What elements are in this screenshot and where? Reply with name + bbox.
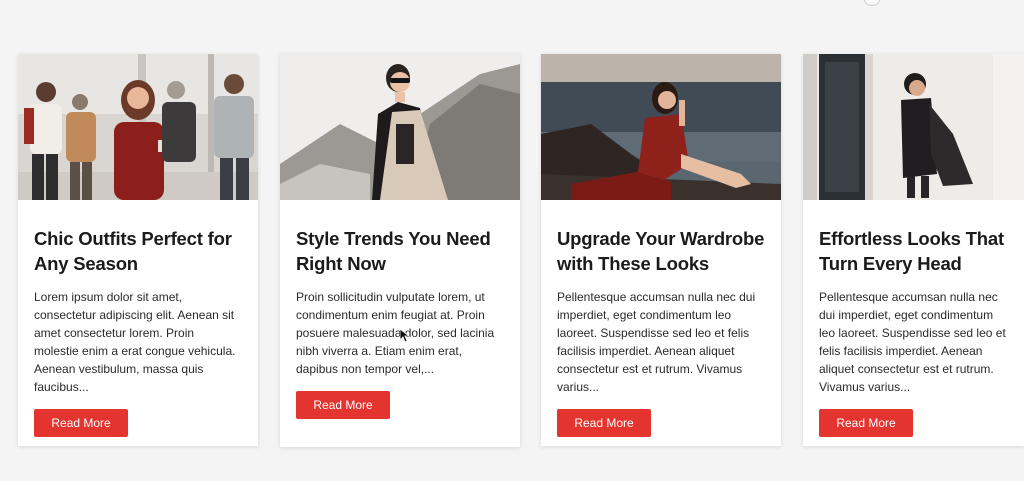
card-image[interactable] [280, 54, 520, 200]
read-more-button[interactable]: Read More [34, 409, 128, 437]
group-of-people-photo [18, 54, 258, 200]
woman-with-sunglasses-photo [280, 54, 520, 200]
card-title[interactable]: Upgrade Your Wardrobe with These Looks [557, 226, 765, 276]
card-image[interactable] [18, 54, 258, 200]
card-title[interactable]: Effortless Looks That Turn Every Head [819, 226, 1008, 276]
card-title[interactable]: Style Trends You Need Right Now [296, 226, 504, 276]
woman-in-dark-coat-photo [803, 54, 1024, 200]
mouse-cursor-icon [400, 329, 410, 343]
blog-card: Style Trends You Need Right Now Proin so… [280, 54, 520, 447]
woman-in-red-dress-by-sea-photo [541, 54, 781, 200]
blog-card: Effortless Looks That Turn Every Head Pe… [803, 54, 1024, 446]
read-more-button[interactable]: Read More [557, 409, 651, 437]
card-image[interactable] [803, 54, 1024, 200]
card-description: Lorem ipsum dolor sit amet, consectetur … [34, 290, 236, 394]
read-more-button[interactable]: Read More [819, 409, 913, 437]
card-image[interactable] [541, 54, 781, 200]
blog-card: Upgrade Your Wardrobe with These Looks P… [541, 54, 781, 446]
card-description: Pellentesque accumsan nulla nec dui impe… [557, 290, 756, 394]
scroll-indicator [864, 0, 880, 6]
blog-card: Chic Outfits Perfect for Any Season Lore… [18, 54, 258, 446]
blog-card-section: Chic Outfits Perfect for Any Season Lore… [0, 0, 1024, 481]
card-description: Pellentesque accumsan nulla nec dui impe… [819, 290, 1006, 394]
read-more-button[interactable]: Read More [296, 391, 390, 419]
card-title[interactable]: Chic Outfits Perfect for Any Season [34, 226, 242, 276]
